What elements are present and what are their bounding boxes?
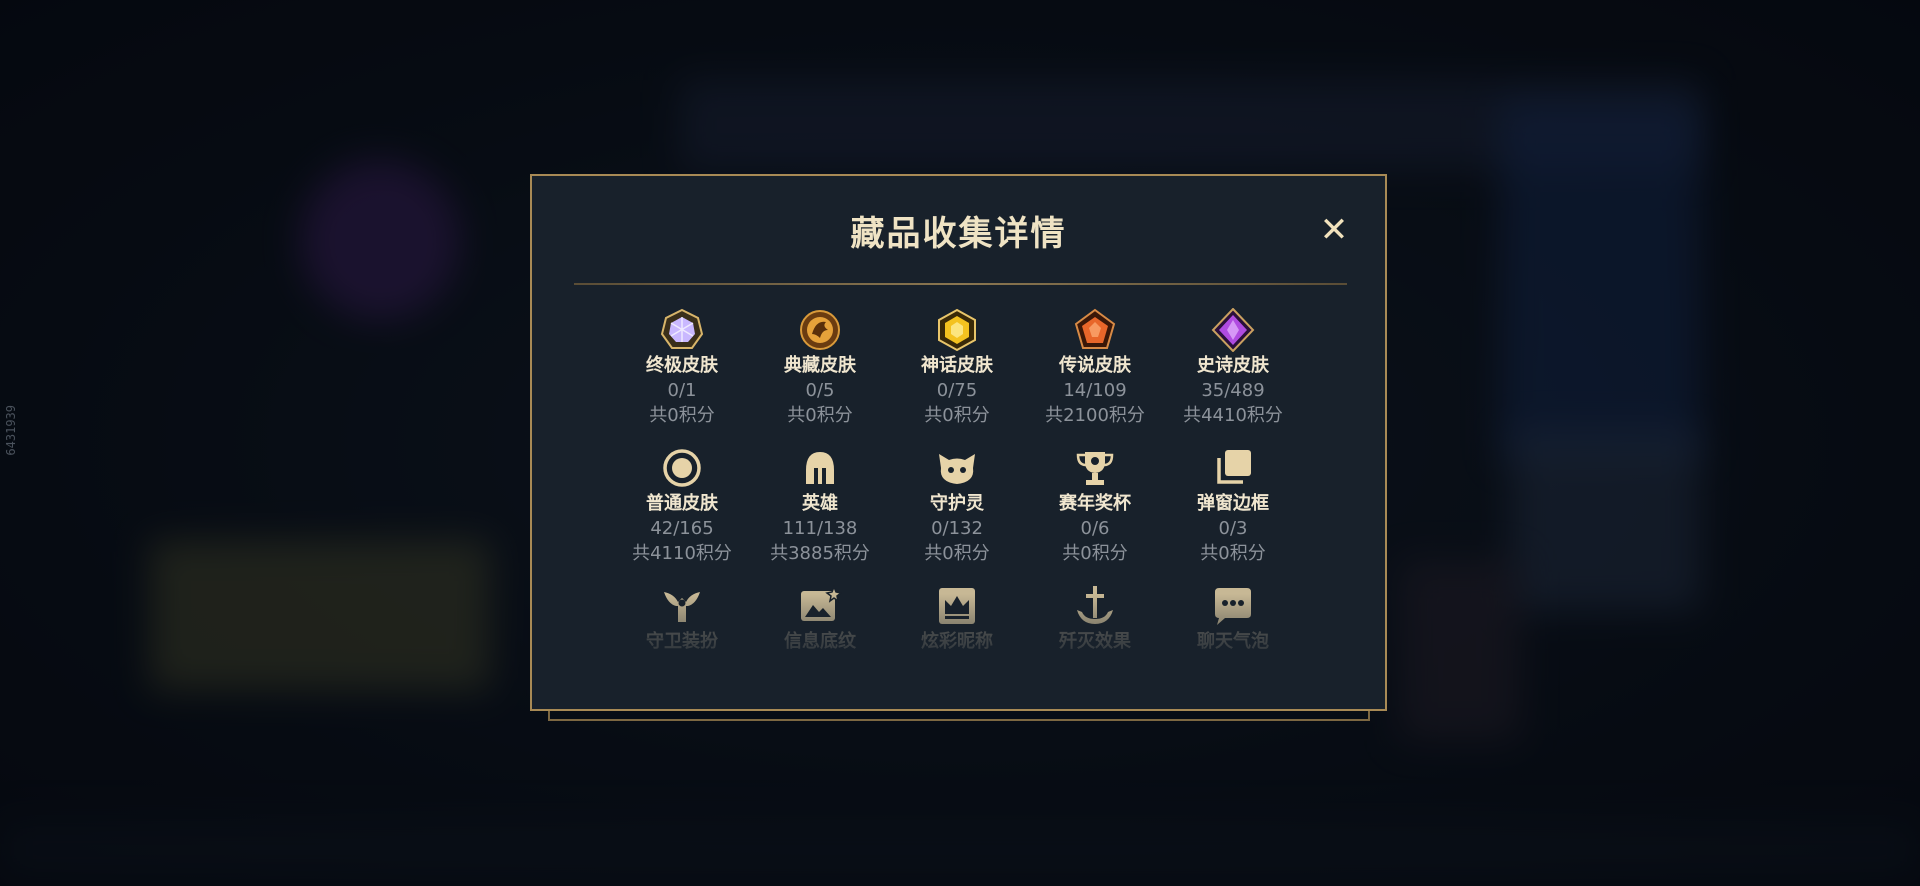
collection-category[interactable]: 普通皮肤 42/165 共4110积分	[613, 446, 751, 566]
category-count: 0/1	[667, 380, 697, 401]
collection-category[interactable]: 炫彩昵称	[888, 584, 1026, 654]
category-name: 炫彩昵称	[921, 631, 993, 652]
category-count: 0/75	[936, 380, 978, 401]
collection-category[interactable]: 守护灵 0/132 共0积分	[888, 446, 1026, 566]
category-name: 守护灵	[930, 493, 984, 514]
category-score: 共0积分	[787, 405, 853, 426]
ring-icon	[660, 446, 704, 490]
collection-category[interactable]: 聊天气泡	[1164, 584, 1302, 654]
category-score: 共4410积分	[1183, 405, 1283, 426]
category-count: 0/3	[1218, 518, 1248, 539]
category-count: 35/489	[1201, 380, 1265, 401]
category-name: 信息底纹	[784, 631, 856, 652]
category-name: 终极皮肤	[646, 355, 718, 376]
mythic-gem-icon	[935, 308, 979, 352]
collection-category[interactable]: 信息底纹	[751, 584, 889, 654]
category-name: 弹窗边框	[1197, 493, 1269, 514]
category-score: 共3885积分	[770, 543, 870, 564]
category-score: 共0积分	[1062, 543, 1128, 564]
anchor-sword-icon	[1073, 584, 1117, 628]
collection-grid: 终极皮肤 0/1 共0积分 典藏皮肤 0/5 共0积分 神话皮肤 0/75 共0积分 传说皮肤 14…	[532, 176, 1385, 709]
collection-category[interactable]: 弹窗边框 0/3 共0积分	[1164, 446, 1302, 566]
modal-bottom-trim	[548, 711, 1370, 721]
crown-card-icon	[935, 584, 979, 628]
category-count: 14/109	[1063, 380, 1127, 401]
collection-category[interactable]: 典藏皮肤 0/5 共0积分	[751, 308, 889, 428]
category-name: 普通皮肤	[646, 493, 718, 514]
ward-icon	[660, 584, 704, 628]
frame-stack-icon	[1211, 446, 1255, 490]
category-score: 共4110积分	[632, 543, 732, 564]
category-count: 111/138	[782, 518, 858, 539]
category-name: 聊天气泡	[1197, 631, 1269, 652]
category-score: 共0积分	[1200, 543, 1266, 564]
category-name: 歼灭效果	[1059, 631, 1131, 652]
category-count: 0/5	[805, 380, 835, 401]
collection-category[interactable]: 神话皮肤 0/75 共0积分	[888, 308, 1026, 428]
banner-image-icon	[798, 584, 843, 628]
category-name: 神话皮肤	[921, 355, 993, 376]
collection-category[interactable]: 守卫装扮	[613, 584, 751, 654]
collection-details-dialog: 藏品收集详情 ✕ 终极皮肤 0/1 共0积分 典藏皮肤 0/5 共0积分 神话皮肤 0/75 共…	[530, 174, 1387, 711]
category-score: 共0积分	[924, 405, 990, 426]
ultimate-gem-icon	[660, 308, 704, 352]
category-score: 共0积分	[924, 543, 990, 564]
collection-category[interactable]: 歼灭效果	[1026, 584, 1164, 654]
category-name: 典藏皮肤	[784, 355, 856, 376]
little-legend-icon	[935, 446, 979, 490]
category-name: 史诗皮肤	[1197, 355, 1269, 376]
category-name: 英雄	[802, 493, 838, 514]
collection-category[interactable]: 终极皮肤 0/1 共0积分	[613, 308, 751, 428]
trophy-icon	[1073, 446, 1117, 490]
epic-gem-icon	[1211, 307, 1255, 353]
collection-category[interactable]: 传说皮肤 14/109 共2100积分	[1026, 308, 1164, 428]
category-score: 共0积分	[649, 405, 715, 426]
category-count: 0/132	[931, 518, 983, 539]
collection-category[interactable]: 史诗皮肤 35/489 共4410积分	[1164, 307, 1302, 428]
category-count: 0/6	[1080, 518, 1110, 539]
category-name: 守卫装扮	[646, 631, 718, 652]
dragon-emblem-icon	[798, 308, 842, 352]
category-name: 赛年奖杯	[1059, 493, 1131, 514]
category-score: 共2100积分	[1045, 405, 1145, 426]
watermark-id: 6431939	[4, 405, 18, 456]
category-name: 传说皮肤	[1059, 355, 1131, 376]
category-count: 42/165	[650, 518, 714, 539]
legendary-gem-icon	[1073, 308, 1117, 352]
helmet-icon	[798, 446, 842, 490]
chat-bubble-icon	[1211, 584, 1255, 628]
collection-category[interactable]: 英雄 111/138 共3885积分	[751, 446, 889, 566]
collection-category[interactable]: 赛年奖杯 0/6 共0积分	[1026, 446, 1164, 566]
